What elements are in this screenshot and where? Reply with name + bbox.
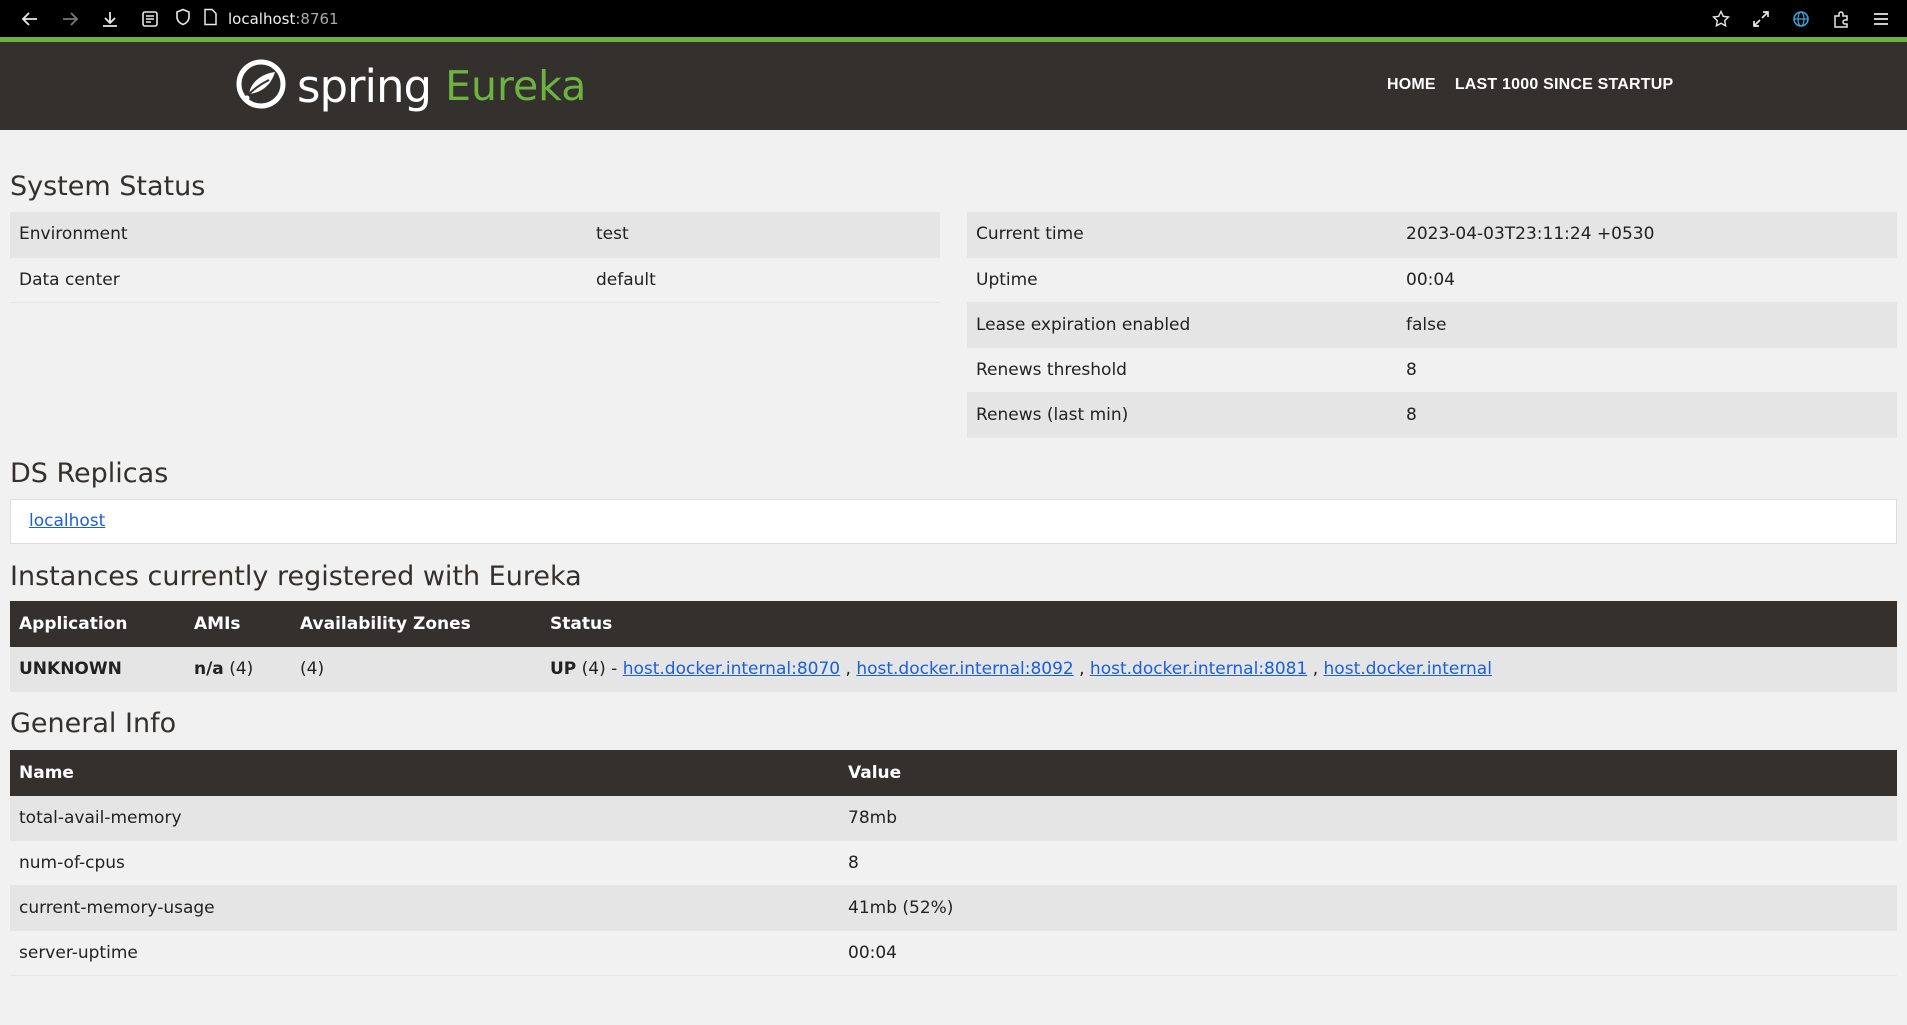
status-up: UP [550, 659, 577, 679]
table-row: num-of-cpus 8 [10, 840, 1897, 886]
table-row: Renews (last min) 8 [967, 392, 1897, 437]
nav-home-link[interactable]: HOME [1387, 76, 1436, 94]
status-value: default [596, 269, 656, 290]
table-row: Data center default [10, 257, 940, 302]
back-icon[interactable] [10, 0, 50, 37]
status-key: Current time [976, 224, 1084, 245]
download-icon[interactable] [90, 0, 130, 37]
general-info-table: Name Value total-avail-memory 78mb num-o… [10, 749, 1897, 977]
status-value: 8 [1406, 359, 1417, 380]
status-value: 2023-04-03T23:11:24 +0530 [1406, 224, 1655, 245]
table-row: server-uptime 00:04 [10, 930, 1897, 976]
main-content: System Status Environment test Data cent… [0, 171, 1907, 976]
status-key: Data center [19, 269, 120, 290]
extensions-puzzle-icon[interactable] [1821, 0, 1861, 37]
instance-link[interactable]: host.docker.internal:8081 [1090, 659, 1307, 679]
table-row: current-memory-usage 41mb (52%) [10, 885, 1897, 931]
table-row: UNKNOWN n/a (4) (4) UP (4) - host.docker… [10, 646, 1897, 692]
amis-value: n/a [194, 659, 224, 679]
info-name: server-uptime [10, 930, 839, 976]
app-header: spring Eureka HOME LAST 1000 SINCE START… [0, 42, 1907, 130]
info-value: 00:04 [839, 930, 1897, 976]
table-row: Environment test [10, 212, 940, 257]
amis-count: (4) [223, 659, 254, 679]
col-name: Name [19, 762, 74, 783]
status-key: Environment [19, 224, 128, 245]
instance-link[interactable]: host.docker.internal:8092 [856, 659, 1073, 679]
menu-icon[interactable] [1861, 0, 1901, 37]
shield-icon[interactable] [174, 8, 192, 30]
instances-title: Instances currently registered with Eure… [10, 560, 582, 592]
general-info-title: General Info [10, 707, 177, 739]
table-row: Current time 2023-04-03T23:11:24 +0530 [967, 212, 1897, 257]
table-row: total-avail-memory 78mb [10, 795, 1897, 841]
fullscreen-icon[interactable] [1741, 0, 1781, 37]
col-value: Value [848, 762, 902, 783]
col-availability-zones: Availability Zones [300, 613, 471, 634]
instances-table: Application AMIs Availability Zones Stat… [10, 600, 1897, 692]
nav-last-1000-link[interactable]: LAST 1000 SINCE STARTUP [1455, 76, 1674, 94]
system-status-right-table: Current time 2023-04-03T23:11:24 +0530 U… [967, 212, 1897, 438]
system-status-left-table: Environment test Data center default [10, 212, 940, 303]
info-value: 78mb [839, 795, 1897, 841]
extension-globe-icon[interactable] [1781, 0, 1821, 37]
replica-link[interactable]: localhost [29, 511, 105, 531]
info-value: 41mb (52%) [839, 885, 1897, 931]
system-status-title: System Status [10, 171, 206, 202]
instance-link[interactable]: host.docker.internal:8070 [623, 659, 840, 679]
spring-eureka-logo[interactable]: spring Eureka [235, 58, 586, 115]
status-value: 00:04 [1406, 269, 1455, 290]
top-nav: HOME LAST 1000 SINCE STARTUP [1387, 76, 1673, 94]
url-host: localhost [228, 9, 296, 28]
info-name: total-avail-memory [10, 795, 839, 841]
brand-eureka: Eureka [445, 62, 587, 110]
status-value: 8 [1406, 404, 1417, 425]
zones-value: (4) [291, 646, 541, 692]
reader-view-icon[interactable] [130, 0, 170, 37]
url-port: :8761 [295, 9, 339, 28]
status-key: Lease expiration enabled [976, 314, 1191, 335]
bookmark-star-icon[interactable] [1701, 0, 1741, 37]
forward-icon[interactable] [50, 0, 90, 37]
address-bar[interactable]: localhost:8761 [228, 10, 339, 28]
status-key: Renews threshold [976, 359, 1127, 380]
application-name: UNKNOWN [19, 659, 122, 679]
browser-toolbar: localhost:8761 [0, 0, 1907, 37]
status-prefix: (4) - [576, 659, 623, 679]
info-name: num-of-cpus [10, 840, 839, 886]
instance-link[interactable]: host.docker.internal [1324, 659, 1492, 679]
table-row: Renews threshold 8 [967, 347, 1897, 392]
ds-replicas-box: localhost [10, 498, 1897, 544]
col-status: Status [550, 613, 613, 634]
status-key: Uptime [976, 269, 1038, 290]
table-row: Lease expiration enabled false [967, 302, 1897, 347]
col-amis: AMIs [194, 613, 241, 634]
col-application: Application [19, 613, 128, 634]
status-value: false [1406, 314, 1447, 335]
ds-replicas-title: DS Replicas [10, 457, 169, 489]
status-value: test [596, 224, 629, 245]
page-icon [202, 8, 218, 30]
system-status-section: Environment test Data center default Cur… [10, 212, 1897, 438]
status-cell: UP (4) - host.docker.internal:8070 , hos… [541, 646, 1897, 692]
brand-spring: spring [297, 60, 432, 113]
info-value: 8 [839, 840, 1897, 886]
table-row: Uptime 00:04 [967, 257, 1897, 302]
status-key: Renews (last min) [976, 404, 1129, 425]
spring-leaf-icon [235, 58, 287, 115]
info-name: current-memory-usage [10, 885, 839, 931]
